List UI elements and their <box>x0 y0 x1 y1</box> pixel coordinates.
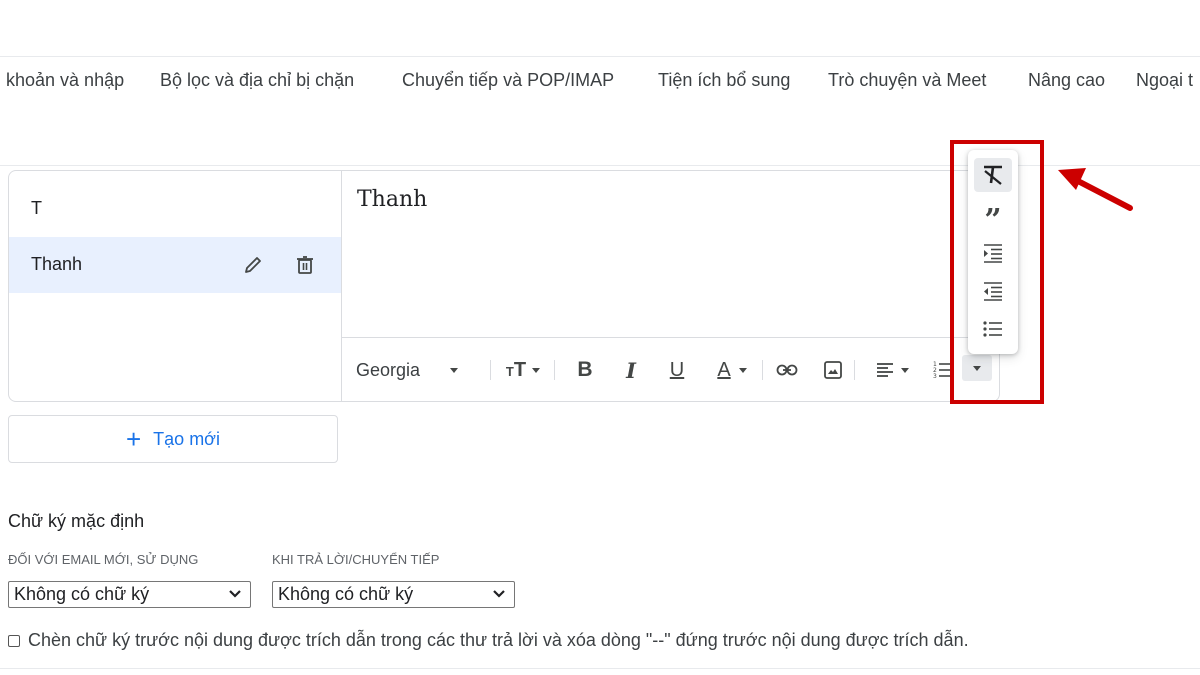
reply-forward-label: KHI TRẢ LỜI/CHUYỂN TIẾP <box>272 552 440 567</box>
indent-more-icon[interactable] <box>974 236 1012 270</box>
reply-signature-select[interactable]: Không có chữ ký <box>272 581 515 608</box>
toolbar-divider <box>762 360 763 380</box>
delete-trash-icon[interactable] <box>291 251 319 279</box>
arrow-annotation-icon <box>1058 168 1133 211</box>
caret-down-icon <box>450 367 459 373</box>
toolbar-divider <box>490 360 491 380</box>
signature-panel: T Thanh Thanh Georgia TT B I U A 1 2 3 <box>8 170 1000 402</box>
tab-advanced[interactable]: Nâng cao <box>1028 70 1105 91</box>
plus-icon: + <box>125 424 142 454</box>
more-formatting-menu: ” <box>968 150 1018 354</box>
select-value: Không có chữ ký <box>14 584 150 604</box>
tab-filters-blocked[interactable]: Bộ lọc và địa chỉ bị chặn <box>160 70 354 91</box>
text-size-icon[interactable]: TT <box>500 358 546 382</box>
tab-forwarding-pop-imap[interactable]: Chuyển tiếp và POP/IMAP <box>402 70 614 91</box>
chevron-down-icon <box>493 590 505 598</box>
svg-text:3: 3 <box>933 373 937 380</box>
more-formatting-icon[interactable] <box>962 355 992 381</box>
new-email-label: ĐỐI VỚI EMAIL MỚI, SỬ DỤNG <box>8 552 199 567</box>
align-icon[interactable] <box>868 358 916 382</box>
numbered-list-icon[interactable]: 123 <box>930 358 956 382</box>
new-email-signature-select[interactable]: Không có chữ ký <box>8 581 251 608</box>
select-value: Không có chữ ký <box>278 584 414 604</box>
font-family-select[interactable]: Georgia <box>356 358 459 382</box>
italic-icon[interactable]: I <box>620 358 642 383</box>
text-color-icon[interactable]: A <box>708 358 756 382</box>
tab-chat-meet[interactable]: Trò chuyện và Meet <box>828 70 986 91</box>
bottom-divider <box>0 668 1200 669</box>
font-name: Georgia <box>356 359 421 380</box>
signature-list: T Thanh <box>9 171 342 401</box>
signature-name: Thanh <box>31 254 83 274</box>
signature-name: T <box>31 198 42 218</box>
toolbar-divider <box>554 360 555 380</box>
signature-content[interactable]: Thanh <box>357 187 427 212</box>
chevron-down-icon <box>229 590 241 598</box>
section-divider <box>0 165 1200 166</box>
tab-addons[interactable]: Tiện ích bổ sung <box>658 70 790 91</box>
remove-formatting-icon[interactable] <box>974 158 1012 192</box>
default-signature-title: Chữ ký mặc định <box>8 511 145 531</box>
underline-icon[interactable]: U <box>666 358 688 382</box>
insert-before-quote-checkbox[interactable] <box>8 634 20 647</box>
link-icon[interactable] <box>774 358 800 382</box>
indent-less-icon[interactable] <box>974 274 1012 308</box>
bold-icon[interactable]: B <box>574 358 596 382</box>
insert-before-quote-row: Chèn chữ ký trước nội dung được trích dẫ… <box>8 630 969 651</box>
create-new-signature-button[interactable]: + Tạo mới <box>8 415 338 463</box>
image-icon[interactable] <box>820 358 846 382</box>
quote-icon[interactable]: ” <box>974 198 1012 236</box>
insert-before-quote-label: Chèn chữ ký trước nội dung được trích dẫ… <box>28 630 969 650</box>
toolbar-divider <box>854 360 855 380</box>
tab-accounts-import[interactable]: khoản và nhập <box>6 70 124 91</box>
signature-editor[interactable]: Thanh Georgia TT B I U A 1 2 3 <box>342 171 999 401</box>
tab-offline[interactable]: Ngoại t <box>1136 70 1193 91</box>
signature-item-thanh[interactable]: Thanh <box>9 237 341 293</box>
formatting-toolbar: Georgia TT B I U A 1 2 3 <box>342 338 999 401</box>
top-divider <box>0 56 1200 57</box>
edit-pencil-icon[interactable] <box>239 251 267 279</box>
signature-item-t[interactable]: T <box>9 181 341 237</box>
create-new-label: Tạo mới <box>153 428 220 449</box>
bulleted-list-icon[interactable] <box>974 312 1012 346</box>
